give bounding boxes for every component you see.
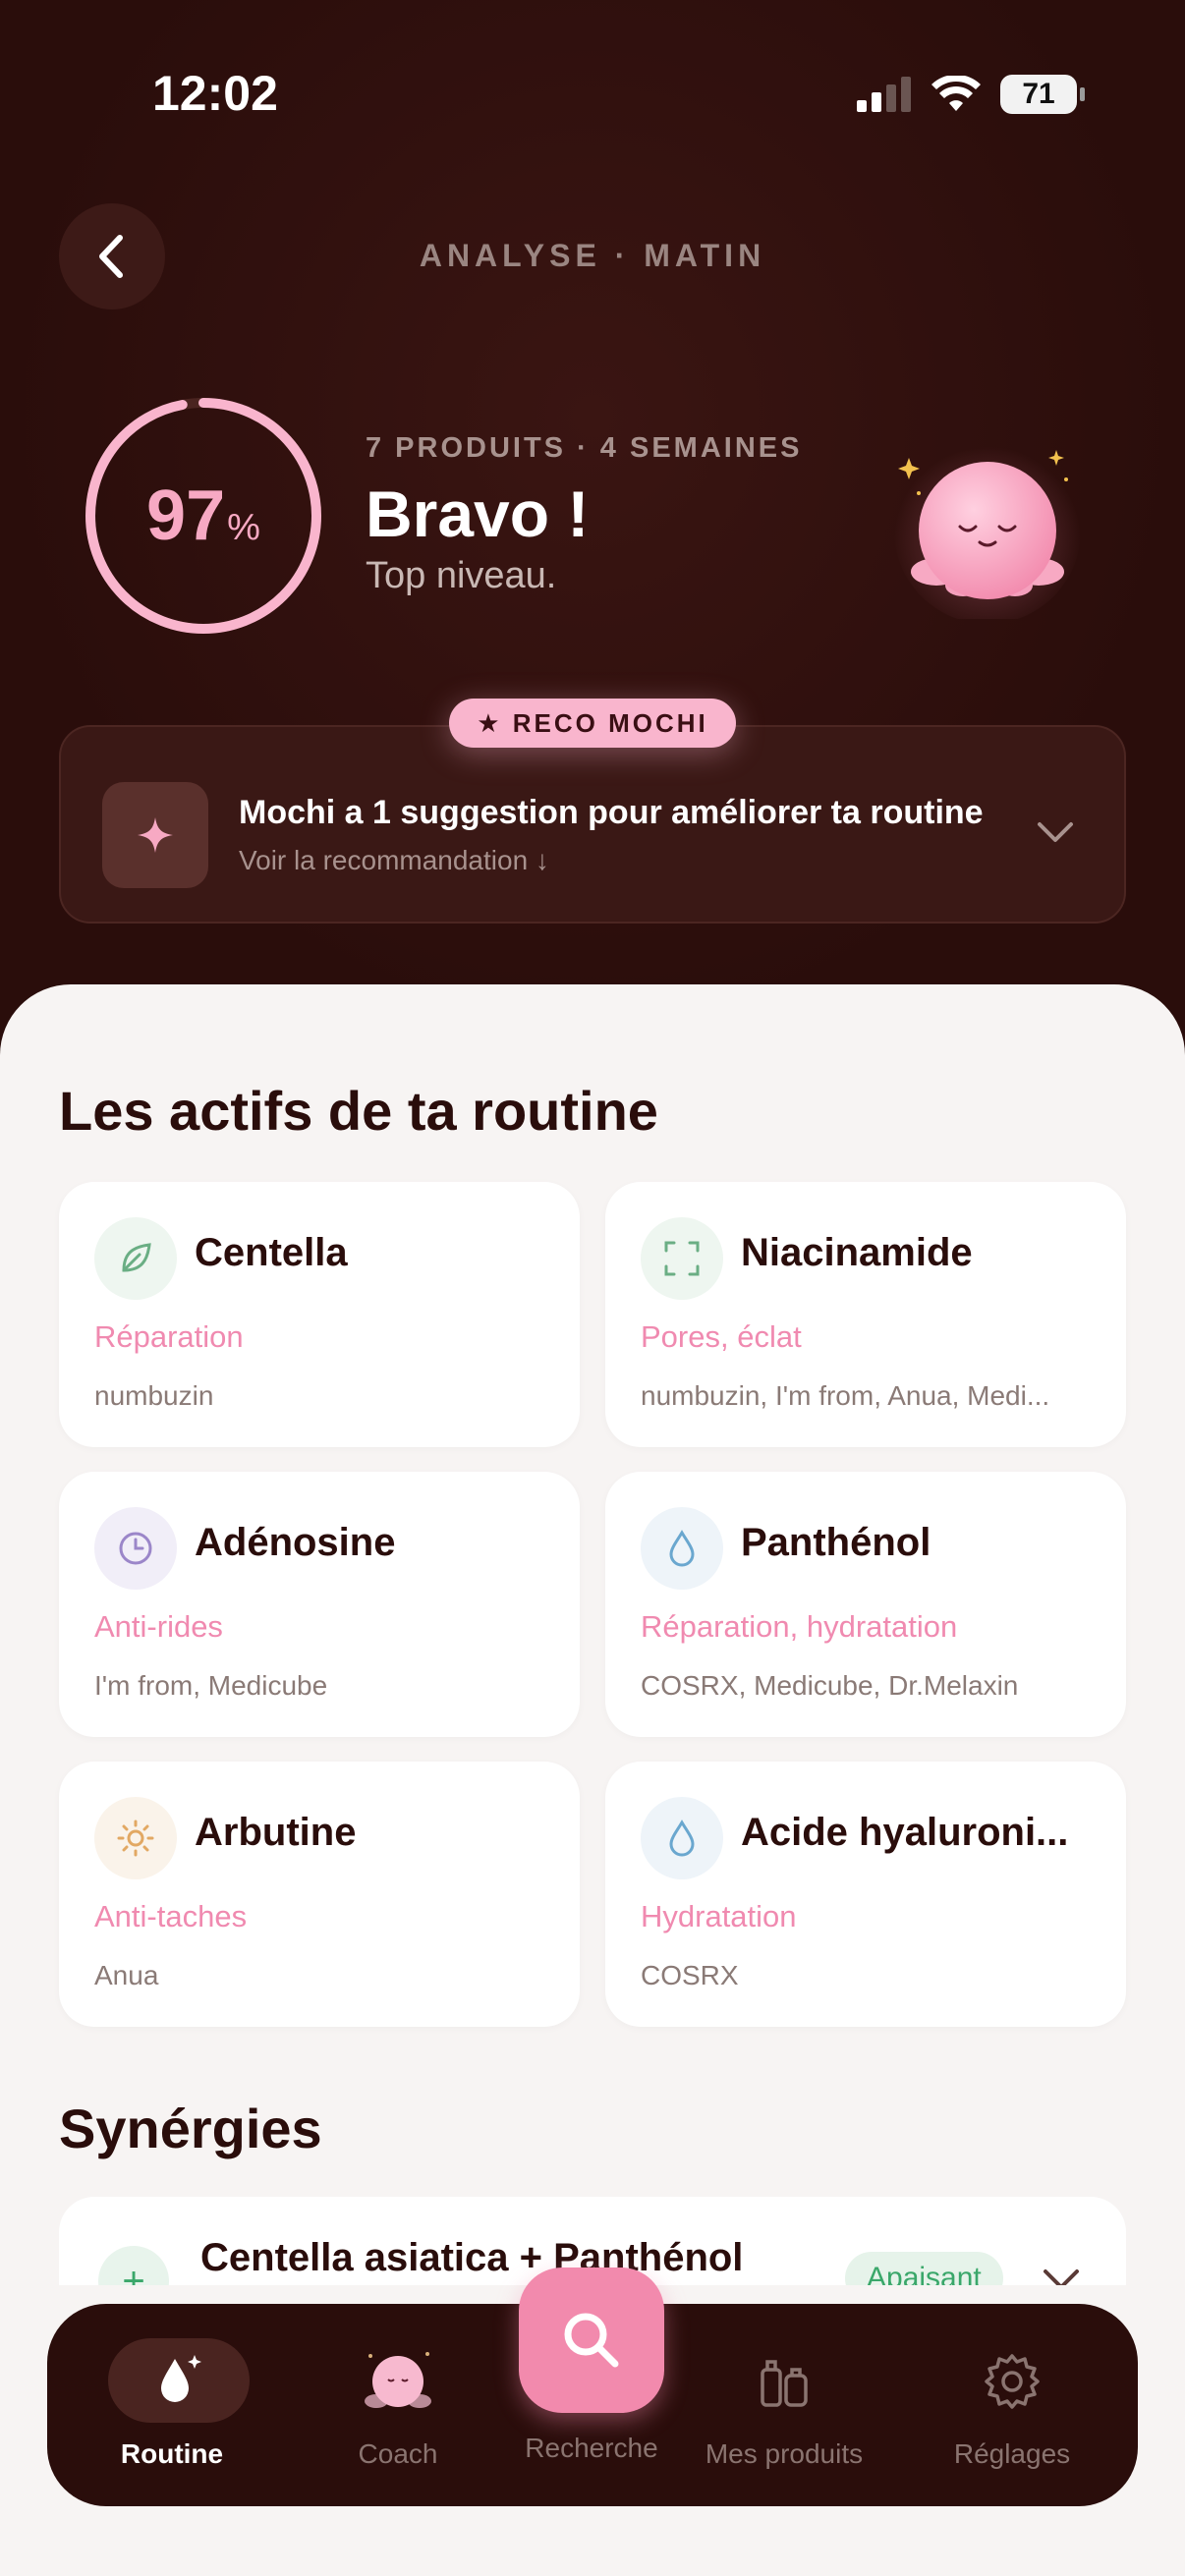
active-benefit: Hydratation [641,1899,797,1933]
tab-my-products[interactable]: Mes produits [691,2330,877,2478]
synergies-title: Synérgies [59,2098,322,2159]
active-name: Centella [195,1231,348,1274]
gear-icon [919,2340,1105,2423]
tab-label-search: Recherche [525,2433,658,2463]
active-name: Adénosine [195,1521,396,1564]
signal-icon [857,77,911,112]
tab-routine[interactable]: Routine [79,2330,265,2478]
status-icons: 71 [857,75,1085,114]
active-card-panthenol[interactable]: Panthénol Réparation, hydratation COSRX,… [605,1472,1126,1737]
focus-frame-icon [641,1217,723,1300]
active-benefit: Anti-rides [94,1609,223,1644]
reco-title: Mochi a 1 suggestion pour améliorer ta r… [239,794,984,831]
active-name: Arbutine [195,1811,357,1854]
active-card-arbutine[interactable]: Arbutine Anti-taches Anua [59,1762,580,2027]
active-card-niacinamide[interactable]: Niacinamide Pores, éclat numbuzin, I'm f… [605,1182,1126,1447]
reco-link[interactable]: Voir la recommandation ↓ [239,845,549,876]
droplet-icon [641,1797,723,1879]
active-name: Acide hyaluroni... [741,1811,1069,1854]
active-benefit: Réparation [94,1319,244,1354]
active-card-centella[interactable]: Centella Réparation numbuzin [59,1182,580,1447]
reco-badge: ★ RECO MOCHI [449,699,736,748]
active-card-hyaluronic-acid[interactable]: Acide hyaluroni... Hydratation COSRX [605,1762,1126,2027]
search-button[interactable] [519,2268,664,2413]
score-headline: Bravo ! [366,477,590,550]
mochi-icon [305,2340,491,2423]
wifi-icon [931,76,981,111]
score-number: 97 [146,476,226,555]
score-unit: % [227,506,260,548]
tab-label: Routine [120,2438,224,2469]
active-brands: numbuzin [94,1380,214,1411]
sun-icon [94,1797,177,1879]
clock-icon [94,1507,177,1590]
actives-title: Les actifs de ta routine [59,1080,658,1142]
sparkle-icon [102,782,208,888]
status-time: 12:02 [152,66,278,121]
active-benefit: Réparation, hydratation [641,1609,958,1644]
score-subtitle: Top niveau. [366,555,557,596]
page-title: ANALYSE · MATIN [419,238,766,273]
active-name: Niacinamide [741,1231,973,1274]
leaf-icon [94,1217,177,1300]
droplet-icon [641,1507,723,1590]
battery-indicator: 71 [1000,75,1085,114]
search-icon [564,2313,619,2368]
mochi-mascot-icon [894,437,1081,619]
tab-label: Réglages [953,2438,1071,2469]
active-brands: COSRX, Medicube, Dr.Melaxin [641,1670,1019,1701]
active-benefit: Anti-taches [94,1899,248,1933]
active-benefit: Pores, éclat [641,1319,802,1354]
tab-label: Mes produits [705,2438,864,2469]
synergy-title: Centella asiatica + Panthénol [200,2236,744,2279]
active-brands: COSRX [641,1960,739,1990]
active-brands: I'm from, Medicube [94,1670,328,1701]
active-name: Panthénol [741,1521,931,1564]
active-brands: Anua [94,1960,159,1990]
droplet-sparkle-icon [108,2338,250,2423]
tab-settings[interactable]: Réglages [919,2330,1105,2478]
bottles-icon [691,2340,877,2423]
score-value: 97 % [81,393,326,639]
active-card-adenosine[interactable]: Adénosine Anti-rides I'm from, Medicube [59,1472,580,1737]
routine-meta: 7 PRODUITS · 4 SEMAINES [366,432,803,464]
tab-label: Coach [358,2438,438,2469]
tab-coach[interactable]: Coach [305,2330,491,2478]
active-brands: numbuzin, I'm from, Anua, Medi... [641,1380,1050,1411]
chevron-down-icon[interactable] [1036,818,1075,848]
